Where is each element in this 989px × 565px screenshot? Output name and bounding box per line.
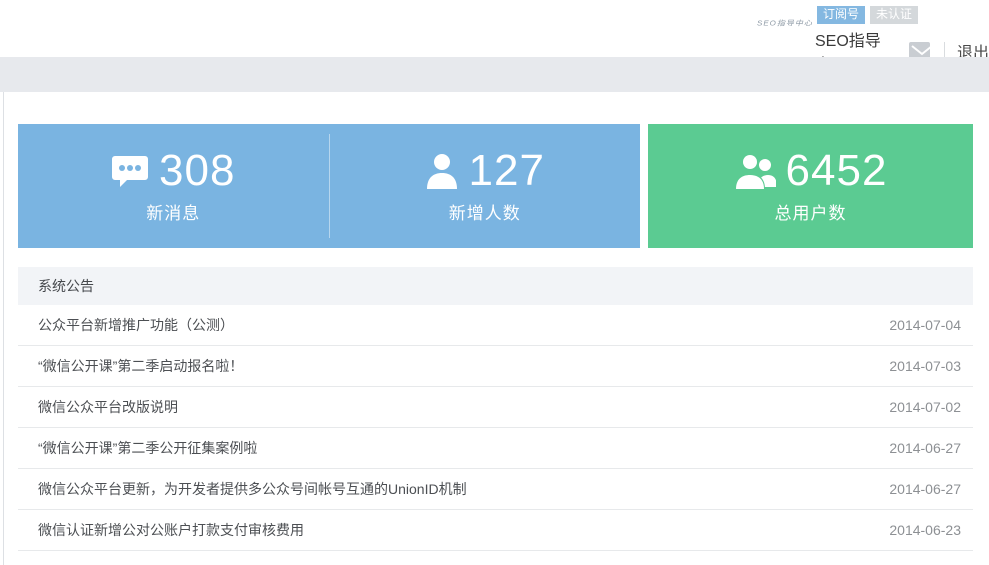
announcement-title[interactable]: “微信公开课”第二季公开征集案例啦: [18, 438, 257, 458]
account-signature: SEO指导中心: [757, 19, 813, 29]
stat-value-total-users: 6452: [786, 149, 888, 193]
subscription-badge: 订阅号: [817, 6, 865, 24]
stat-label-new-messages: 新消息: [146, 199, 200, 224]
account-badges: 订阅号 未认证: [817, 6, 918, 24]
announcement-date: 2014-06-27: [889, 440, 973, 456]
group-icon: [734, 153, 776, 189]
announcement-row[interactable]: 微信公众平台改版说明 2014-07-02: [18, 387, 973, 428]
nav-band: [0, 57, 989, 92]
stat-new-messages[interactable]: 308 新消息: [18, 124, 329, 248]
announcement-title[interactable]: 微信公众平台更新，为开发者提供多公众号间帐号互通的UnionID机制: [18, 479, 467, 499]
person-icon: [425, 153, 459, 189]
announcement-title[interactable]: 微信公众平台改版说明: [18, 397, 178, 417]
stat-value-new-followers: 127: [469, 149, 545, 193]
announcement-date: 2014-07-02: [889, 399, 973, 415]
announcement-title[interactable]: “微信公开课”第二季启动报名啦！: [18, 356, 243, 376]
stat-value-new-messages: 308: [159, 149, 235, 193]
announcement-date: 2014-07-03: [889, 358, 973, 374]
stat-label-total-users: 总用户数: [775, 199, 847, 224]
announcement-title[interactable]: 微信认证新增公对公账户打款支付审核费用: [18, 520, 304, 540]
announcement-row[interactable]: “微信公开课”第二季启动报名啦！ 2014-07-03: [18, 346, 973, 387]
topbar: SEO指导中心 订阅号 未认证 SEO指导中心 退出: [0, 0, 989, 57]
announcements-header: 系统公告: [18, 267, 973, 305]
announcement-date: 2014-07-04: [889, 317, 973, 333]
announcement-row[interactable]: “微信公开课”第二季公开征集案例啦 2014-06-27: [18, 428, 973, 469]
announcement-row[interactable]: 微信认证新增公对公账户打款支付审核费用 2014-06-23: [18, 510, 973, 551]
page: SEO指导中心 订阅号 未认证 SEO指导中心 退出: [0, 0, 989, 565]
announcement-date: 2014-06-23: [889, 522, 973, 538]
chat-bubble-icon: [111, 154, 149, 188]
announcement-row[interactable]: 微信公众平台更新，为开发者提供多公众号间帐号互通的UnionID机制 2014-…: [18, 469, 973, 510]
stats-card-blue: 308 新消息 127 新增人数: [18, 124, 640, 248]
stat-new-followers[interactable]: 127 新增人数: [330, 124, 641, 248]
stat-total-users[interactable]: 6452 总用户数: [648, 124, 973, 248]
announcements-list: 系统公告 公众平台新增推广功能（公测） 2014-07-04 “微信公开课”第二…: [18, 267, 973, 551]
unverified-badge: 未认证: [870, 6, 918, 24]
announcement-title[interactable]: 公众平台新增推广功能（公测）: [18, 315, 234, 335]
announcement-date: 2014-06-27: [889, 481, 973, 497]
panel-left-border: [3, 92, 4, 565]
stat-label-new-followers: 新增人数: [449, 199, 521, 224]
announcement-row[interactable]: 公众平台新增推广功能（公测） 2014-07-04: [18, 305, 973, 346]
stats-card-green: 6452 总用户数: [648, 124, 973, 248]
